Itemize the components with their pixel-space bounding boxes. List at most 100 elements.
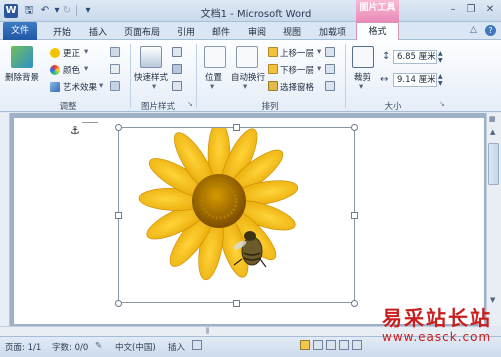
remove-background-button[interactable]: 删除背景: [5, 71, 39, 83]
size-launcher-icon[interactable]: ↘: [439, 100, 447, 108]
artistic-effects-button[interactable]: 艺术效果: [63, 81, 97, 93]
resize-handle-bottom-right[interactable]: [351, 300, 358, 307]
bring-forward-dropdown-icon[interactable]: ▾: [317, 47, 321, 57]
tab-review[interactable]: 审阅: [248, 25, 266, 38]
resize-handle-bottom[interactable]: [233, 300, 240, 307]
selection-pane-button[interactable]: 选择窗格: [280, 81, 314, 93]
reset-picture-icon[interactable]: [110, 81, 120, 91]
wrap-text-dropdown-icon[interactable]: ▾: [243, 82, 247, 92]
draft-view-icon[interactable]: [352, 340, 362, 350]
adjust-group-label: 调整: [59, 102, 77, 112]
width-spinner-icon[interactable]: ▲ ▼: [438, 73, 443, 87]
artistic-effects-dropdown-icon[interactable]: ▾: [99, 81, 103, 91]
watermark-url: www.easck.com: [382, 330, 492, 344]
tab-references[interactable]: 引用: [177, 25, 195, 38]
vertical-scroll-thumb[interactable]: [488, 143, 499, 185]
resize-handle-right[interactable]: [351, 212, 358, 219]
tab-file[interactable]: 文件: [3, 22, 37, 40]
language-indicator[interactable]: 中文(中国): [115, 341, 156, 353]
wrap-text-icon[interactable]: [236, 46, 258, 68]
size-group-label: 大小: [384, 102, 402, 112]
align-icon[interactable]: [325, 47, 335, 57]
web-layout-icon[interactable]: [326, 340, 336, 350]
remove-background-icon[interactable]: [11, 46, 33, 68]
rotate-icon[interactable]: [325, 81, 335, 91]
redo-icon[interactable]: ↻: [60, 4, 74, 18]
picture-layout-icon[interactable]: [172, 81, 182, 91]
send-backward-icon: [268, 64, 278, 74]
proofing-icon[interactable]: ✎: [95, 341, 102, 351]
page-count[interactable]: 页面: 1/1: [5, 341, 41, 353]
minimize-icon[interactable]: –: [445, 3, 461, 17]
crop-dropdown-icon[interactable]: ▾: [359, 82, 363, 92]
group-separator: [196, 44, 197, 108]
tab-mailings[interactable]: 邮件: [212, 25, 230, 38]
wrap-text-button[interactable]: 自动换行: [231, 71, 265, 83]
macro-record-icon[interactable]: [192, 340, 202, 350]
bring-forward-icon: [268, 47, 278, 57]
corrections-dropdown-icon[interactable]: ▾: [84, 47, 88, 57]
width-field[interactable]: 9.14 厘米: [393, 73, 437, 87]
position-dropdown-icon[interactable]: ▾: [210, 82, 214, 92]
quick-styles-icon[interactable]: [140, 46, 162, 68]
horizontal-scroll-grip-icon[interactable]: ⫼: [206, 327, 214, 335]
customize-qat-icon[interactable]: ▾: [81, 4, 95, 18]
tab-view[interactable]: 视图: [283, 25, 301, 38]
send-backward-button[interactable]: 下移一层: [280, 64, 314, 76]
tab-home[interactable]: 开始: [53, 25, 71, 38]
height-icon: ↕: [382, 51, 391, 62]
print-layout-view-icon[interactable]: [300, 340, 310, 350]
restore-icon[interactable]: ❐: [463, 3, 479, 17]
arrange-group-label: 排列: [261, 102, 279, 112]
qat-separator: [76, 5, 77, 16]
picture-styles-launcher-icon[interactable]: ↘: [187, 100, 195, 108]
color-dropdown-icon[interactable]: ▾: [84, 64, 88, 74]
tab-format[interactable]: 格式: [356, 22, 399, 41]
selection-pane-icon: [268, 81, 278, 91]
tab-addins[interactable]: 加载项: [319, 25, 346, 38]
picture-border-icon[interactable]: [172, 47, 182, 57]
insert-mode[interactable]: 插入: [168, 341, 185, 353]
tab-page-layout[interactable]: 页面布局: [124, 25, 160, 38]
color-button[interactable]: 颜色: [63, 64, 80, 76]
picture-styles-group-label: 图片样式: [140, 102, 175, 112]
sunflower-with-bee-picture: [138, 120, 299, 281]
tab-insert[interactable]: 插入: [89, 25, 107, 38]
height-spinner-icon[interactable]: ▲ ▼: [438, 50, 443, 64]
corrections-icon: [50, 48, 60, 58]
height-field[interactable]: 6.85 厘米: [393, 50, 437, 64]
close-icon[interactable]: ✕: [482, 3, 498, 17]
vertical-ruler: [0, 113, 10, 326]
crop-icon[interactable]: [352, 46, 374, 68]
send-backward-dropdown-icon[interactable]: ▾: [317, 64, 321, 74]
ruler-toggle-icon[interactable]: ▦: [489, 115, 496, 123]
window-title: 文档1 - Microsoft Word: [200, 9, 312, 20]
bring-forward-button[interactable]: 上移一层: [280, 47, 314, 59]
compress-pictures-icon[interactable]: [110, 47, 120, 57]
resize-handle-top[interactable]: [233, 124, 240, 131]
resize-handle-top-left[interactable]: [115, 124, 122, 131]
word-count[interactable]: 字数: 0/0: [52, 341, 88, 353]
outline-view-icon[interactable]: [339, 340, 349, 350]
quick-styles-button[interactable]: 快速样式: [134, 71, 168, 83]
position-icon[interactable]: [204, 46, 226, 68]
color-icon: [50, 65, 60, 75]
help-icon[interactable]: ?: [485, 25, 496, 36]
change-picture-icon[interactable]: [110, 64, 120, 74]
group-icon[interactable]: [325, 64, 335, 74]
picture-effects-icon[interactable]: [172, 64, 182, 74]
group-separator: [345, 44, 346, 108]
anchor-icon: ⚓: [70, 124, 80, 137]
minimize-ribbon-icon[interactable]: △: [470, 25, 477, 35]
resize-handle-top-right[interactable]: [351, 124, 358, 131]
watermark-text: 易采站长站: [382, 306, 492, 330]
scroll-up-icon[interactable]: ▲: [490, 128, 495, 136]
resize-handle-left[interactable]: [115, 212, 122, 219]
save-icon[interactable]: 🖫: [22, 4, 36, 18]
resize-handle-bottom-left[interactable]: [115, 300, 122, 307]
corrections-button[interactable]: 更正: [63, 47, 80, 59]
full-screen-reading-icon[interactable]: [313, 340, 323, 350]
quick-styles-dropdown-icon[interactable]: ▾: [152, 82, 156, 92]
word-app-icon[interactable]: W: [4, 4, 18, 18]
selected-picture[interactable]: [118, 120, 355, 303]
